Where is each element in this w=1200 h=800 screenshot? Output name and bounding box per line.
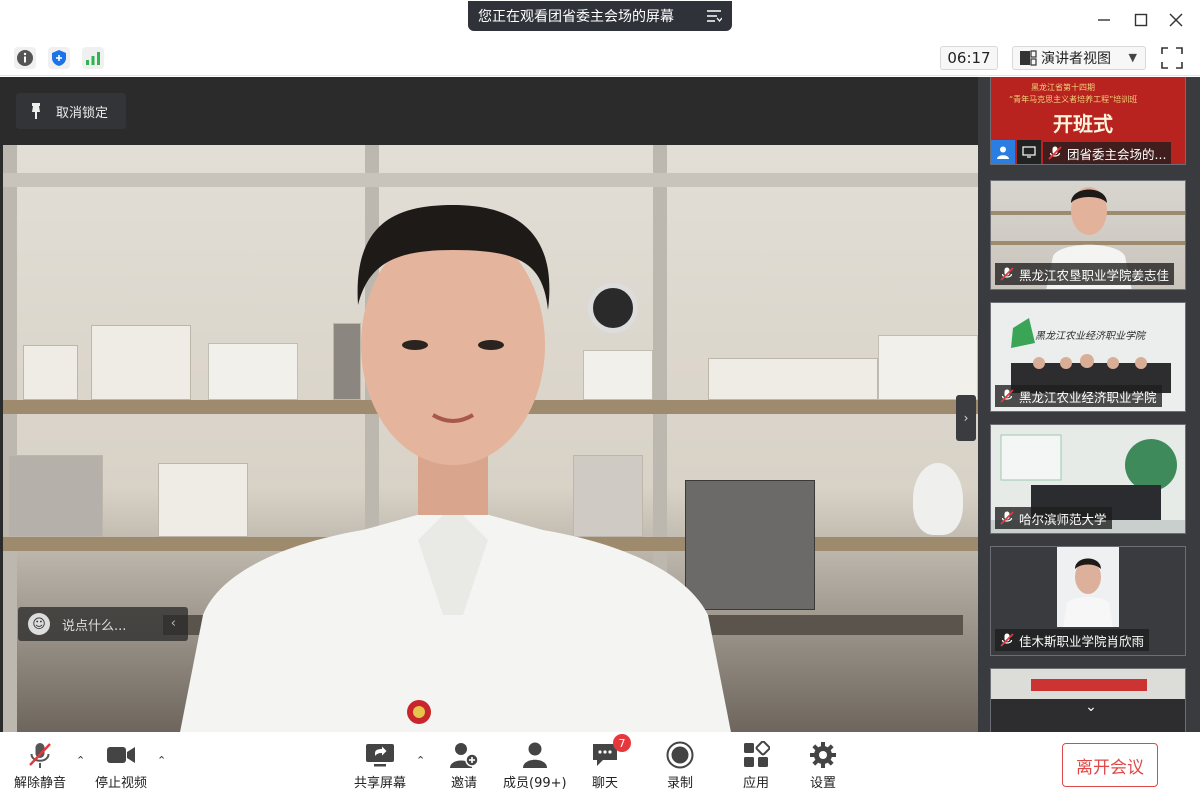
record-button[interactable]: 录制	[664, 740, 696, 791]
muted-mic-icon	[1000, 389, 1014, 403]
muted-mic-icon	[1048, 146, 1062, 160]
signal-strength-icon[interactable]	[82, 47, 104, 69]
audio-options-chevron-icon[interactable]: ⌃	[76, 754, 85, 767]
chat-button[interactable]: 7 聊天	[589, 734, 631, 791]
share-screen-icon	[364, 740, 396, 770]
participant-name: 哈尔滨师范大学	[1019, 511, 1107, 527]
screen-share-icon	[1017, 140, 1041, 164]
banner-main-text: 开班式	[1053, 112, 1113, 136]
participant-label: 哈尔滨师范大学	[995, 507, 1112, 529]
close-icon[interactable]	[1166, 10, 1186, 30]
meeting-window: 您正在观看团省委主会场的屏幕 06:17 演讲者视图 ▼ 取消锁定 ☺ 说点什么…	[0, 0, 1200, 800]
chat-placeholder: 说点什么...	[62, 618, 127, 634]
quick-chat-input[interactable]: ☺ 说点什么... ‹	[18, 607, 188, 641]
muted-mic-icon	[1000, 511, 1014, 525]
participant-tile[interactable]: 佳木斯职业学院肖欣雨	[990, 546, 1186, 656]
participant-tile[interactable]: 黑龙江省第十四期 “青年马克思主义者培养工程”培训班 开班式 团省委主会场的..…	[990, 77, 1186, 165]
banner-sub-text: “青年马克思主义者培养工程”培训班	[1009, 95, 1138, 104]
settings-button[interactable]: 设置	[807, 740, 839, 791]
shelf-pillar	[3, 145, 17, 732]
host-badge-icon	[991, 140, 1015, 164]
speaker-view-icon	[1020, 50, 1037, 66]
title-bar: 您正在观看团省委主会场的屏幕	[0, 0, 1200, 38]
main-video-area[interactable]: 取消锁定 ☺ 说点什么... ‹ ›	[0, 77, 978, 732]
stop-video-label: 停止视频	[95, 776, 148, 791]
chat-icon: 7	[589, 734, 631, 770]
members-button[interactable]: 成员(99+)	[503, 740, 567, 791]
muted-mic-icon	[1000, 267, 1014, 281]
participant-label: 佳木斯职业学院肖欣雨	[995, 629, 1150, 651]
record-icon	[664, 740, 696, 770]
share-options-chevron-icon[interactable]: ⌃	[416, 754, 425, 767]
invite-button[interactable]: 邀请	[448, 740, 480, 791]
maximize-icon[interactable]	[1131, 10, 1151, 30]
share-notice-text: 您正在观看团省委主会场的屏幕	[478, 9, 674, 25]
unmute-button[interactable]: 解除静音	[14, 740, 66, 791]
muted-mic-icon	[1000, 633, 1014, 647]
view-options-icon[interactable]	[706, 8, 722, 24]
gear-icon	[807, 740, 839, 770]
unmute-label: 解除静音	[14, 776, 67, 791]
apps-label: 应用	[742, 776, 769, 791]
unpin-button[interactable]: 取消锁定	[16, 93, 126, 129]
view-mode-select[interactable]: 演讲者视图 ▼	[1012, 46, 1146, 70]
participant-tile[interactable]: 黑龙江农垦职业学院姜志佳	[990, 180, 1186, 290]
unpin-label: 取消锁定	[56, 105, 109, 121]
speaker-video	[3, 145, 978, 732]
bottom-toolbar: 解除静音 ⌃ 停止视频 ⌃ 共享屏幕 ⌃ 邀请 成员(99+) 7 聊天 录制 …	[0, 732, 1200, 800]
stop-video-button[interactable]: 停止视频	[95, 740, 147, 791]
participant-label: 黑龙江农垦职业学院姜志佳	[995, 263, 1175, 285]
meeting-info-bar: 06:17 演讲者视图 ▼	[0, 38, 1200, 76]
participant-label: 黑龙江农业经济职业学院	[995, 385, 1162, 407]
add-user-icon	[448, 740, 480, 770]
collapse-panel-button[interactable]: ›	[956, 395, 976, 441]
screen-share-notice[interactable]: 您正在观看团省委主会场的屏幕	[468, 1, 732, 31]
participant-name: 团省委主会场的...	[1067, 146, 1167, 162]
chat-label: 聊天	[591, 776, 618, 791]
pin-icon	[32, 103, 40, 119]
security-shield-icon[interactable]	[48, 47, 70, 69]
video-camera-icon	[105, 740, 137, 770]
settings-label: 设置	[809, 776, 836, 791]
chevron-right-icon: ›	[963, 411, 969, 425]
members-label: 成员(99+)	[503, 776, 567, 791]
emoji-icon[interactable]: ☺	[28, 613, 50, 635]
participant-name: 佳木斯职业学院肖欣雨	[1019, 633, 1145, 649]
scroll-down-icon[interactable]: ⌄	[1076, 696, 1106, 718]
chevron-left-icon[interactable]: ‹	[171, 616, 176, 631]
info-icon[interactable]	[14, 47, 36, 69]
fullscreen-icon[interactable]	[1160, 46, 1184, 70]
participant-name: 黑龙江农垦职业学院姜志佳	[1019, 267, 1170, 283]
banner-top-text: 黑龙江省第十四期	[1031, 83, 1095, 92]
share-screen-button[interactable]: 共享屏幕	[354, 740, 406, 791]
members-icon	[519, 740, 551, 770]
participant-tile[interactable]: 哈尔滨师范大学	[990, 424, 1186, 534]
books	[8, 455, 103, 537]
apps-grid-icon	[740, 740, 772, 770]
participant-name: 黑龙江农业经济职业学院	[1019, 389, 1157, 405]
unread-badge: 7	[613, 734, 631, 752]
storage-box	[878, 335, 978, 400]
record-label: 录制	[666, 776, 693, 791]
participant-tile[interactable]: 黑龙江农业经济职业学院 黑龙江农业经济职业学院	[990, 302, 1186, 412]
apps-button[interactable]: 应用	[740, 740, 772, 791]
participant-label: 团省委主会场的...	[1043, 142, 1172, 164]
meeting-timer: 06:17	[940, 46, 998, 70]
speaker-person	[180, 205, 731, 732]
invite-label: 邀请	[450, 776, 477, 791]
vase	[913, 463, 963, 535]
muted-mic-icon	[24, 740, 56, 770]
share-screen-label: 共享屏幕	[354, 776, 407, 791]
participant-panel[interactable]: 黑龙江省第十四期 “青年马克思主义者培养工程”培训班 开班式 团省委主会场的..…	[978, 77, 1200, 732]
video-options-chevron-icon[interactable]: ⌃	[157, 754, 166, 767]
minimize-icon[interactable]	[1094, 10, 1114, 30]
books	[23, 345, 78, 400]
chevron-down-icon: ▼	[1128, 51, 1137, 64]
view-mode-label: 演讲者视图	[1041, 51, 1111, 67]
leave-meeting-button[interactable]: 离开会议	[1062, 743, 1158, 787]
